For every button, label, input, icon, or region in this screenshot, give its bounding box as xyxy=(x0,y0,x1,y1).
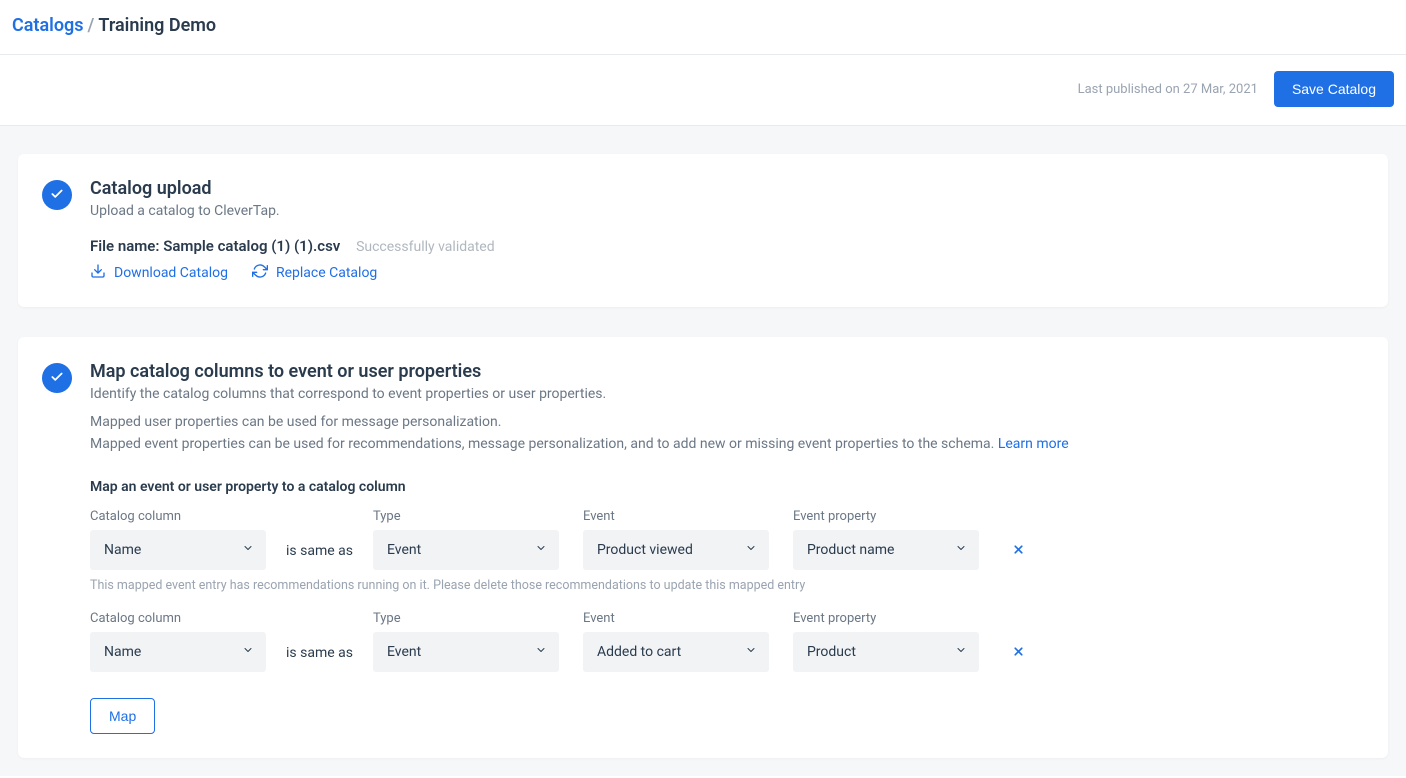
map-card-desc: Identify the catalog columns that corres… xyxy=(90,386,1364,402)
remove-mapping-button[interactable] xyxy=(1009,642,1029,662)
download-catalog-label: Download Catalog xyxy=(114,265,228,281)
upload-card-title: Catalog upload xyxy=(90,178,1364,199)
save-catalog-button[interactable]: Save Catalog xyxy=(1274,71,1394,107)
catalog-column-select-value: Name xyxy=(104,644,141,660)
close-icon xyxy=(1012,643,1025,662)
validated-text: Successfully validated xyxy=(356,239,495,255)
catalog-column-select[interactable]: Name xyxy=(90,530,266,570)
chevron-down-icon xyxy=(242,644,254,660)
upload-card-desc: Upload a catalog to CleverTap. xyxy=(90,203,1364,219)
download-icon xyxy=(90,263,106,283)
mapping-warning: This mapped event entry has recommendati… xyxy=(90,578,1364,593)
filename-value: Sample catalog (1) (1).csv xyxy=(163,237,340,255)
breadcrumb: Catalogs/Training Demo xyxy=(12,15,1394,36)
label-catalog-column: Catalog column xyxy=(90,509,266,524)
close-icon xyxy=(1012,541,1025,560)
filename-row: File name: Sample catalog (1) (1).csv Su… xyxy=(90,237,1364,255)
remove-mapping-button[interactable] xyxy=(1009,540,1029,560)
is-same-as-text: is same as xyxy=(286,645,353,672)
label-type: Type xyxy=(373,611,559,626)
check-icon xyxy=(50,186,64,205)
learn-more-link[interactable]: Learn more xyxy=(998,436,1069,452)
chevron-down-icon xyxy=(535,644,547,660)
map-columns-card: Map catalog columns to event or user pro… xyxy=(18,337,1388,758)
chevron-down-icon xyxy=(535,542,547,558)
chevron-down-icon xyxy=(955,644,967,660)
event-select-value: Product viewed xyxy=(597,542,693,558)
map-subtitle: Map an event or user property to a catal… xyxy=(90,479,1364,495)
page-body: Catalog upload Upload a catalog to Cleve… xyxy=(0,126,1406,776)
breadcrumb-root-link[interactable]: Catalogs xyxy=(12,15,84,36)
event-select[interactable]: Added to cart xyxy=(583,632,769,672)
event-property-select[interactable]: Product name xyxy=(793,530,979,570)
chevron-down-icon xyxy=(955,542,967,558)
map-intro-p2-wrap: Mapped event properties can be used for … xyxy=(90,434,1364,456)
type-select[interactable]: Event xyxy=(373,530,559,570)
chevron-down-icon xyxy=(745,542,757,558)
catalog-column-select-value: Name xyxy=(104,542,141,558)
step-complete-badge xyxy=(42,180,72,210)
type-select[interactable]: Event xyxy=(373,632,559,672)
type-select-value: Event xyxy=(387,644,421,660)
replace-catalog-label: Replace Catalog xyxy=(276,265,377,281)
replace-catalog-link[interactable]: Replace Catalog xyxy=(252,263,377,283)
catalog-upload-card: Catalog upload Upload a catalog to Cleve… xyxy=(18,154,1388,307)
mapping-row: Catalog column Name is same as Type Event Eve… xyxy=(90,611,1364,672)
breadcrumb-separator: / xyxy=(88,15,95,36)
breadcrumb-current: Training Demo xyxy=(98,15,216,36)
chevron-down-icon xyxy=(745,644,757,660)
subheader: Last published on 27 Mar, 2021 Save Cata… xyxy=(0,55,1406,126)
page-header: Catalogs/Training Demo xyxy=(0,0,1406,55)
map-intro-p2: Mapped event properties can be used for … xyxy=(90,436,998,452)
map-card-title: Map catalog columns to event or user pro… xyxy=(90,361,1364,382)
filename-label: File name: xyxy=(90,237,159,255)
download-catalog-link[interactable]: Download Catalog xyxy=(90,263,228,283)
step-complete-badge xyxy=(42,363,72,393)
label-catalog-column: Catalog column xyxy=(90,611,266,626)
label-type: Type xyxy=(373,509,559,524)
map-intro: Mapped user properties can be used for m… xyxy=(90,412,1364,455)
is-same-as-text: is same as xyxy=(286,543,353,570)
label-event-property: Event property xyxy=(793,611,979,626)
map-button[interactable]: Map xyxy=(90,698,155,734)
mapping-row: Catalog column Name is same as Type Event Eve… xyxy=(90,509,1364,593)
map-intro-p1: Mapped user properties can be used for m… xyxy=(90,412,1364,434)
event-property-select-value: Product xyxy=(807,644,856,660)
label-event: Event xyxy=(583,611,769,626)
last-published-text: Last published on 27 Mar, 2021 xyxy=(1078,82,1258,97)
chevron-down-icon xyxy=(242,542,254,558)
catalog-column-select[interactable]: Name xyxy=(90,632,266,672)
label-event-property: Event property xyxy=(793,509,979,524)
event-property-select[interactable]: Product xyxy=(793,632,979,672)
event-property-select-value: Product name xyxy=(807,542,894,558)
event-select-value: Added to cart xyxy=(597,644,681,660)
replace-icon xyxy=(252,263,268,283)
upload-actions: Download Catalog Replace Catalog xyxy=(90,263,1364,283)
event-select[interactable]: Product viewed xyxy=(583,530,769,570)
type-select-value: Event xyxy=(387,542,421,558)
label-event: Event xyxy=(583,509,769,524)
check-icon xyxy=(50,369,64,388)
